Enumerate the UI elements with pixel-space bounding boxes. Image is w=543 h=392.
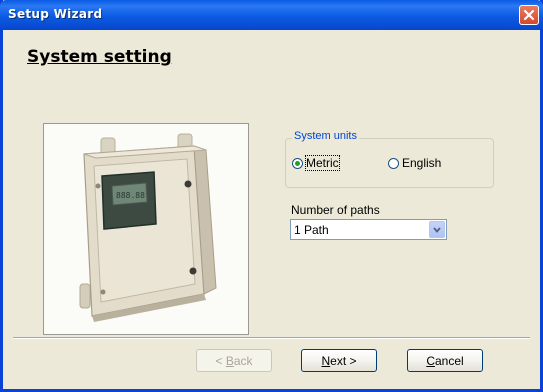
display-readout: 888.88 [116,191,145,200]
back-button-accel: B [225,353,234,368]
next-button-rest: ext > [330,353,357,368]
number-of-paths-value[interactable]: 1 Path [294,223,329,237]
next-button[interactable]: Next > [301,349,377,372]
radio-metric[interactable]: Metric [292,155,340,171]
title-bar[interactable]: Setup Wizard [0,0,543,30]
radio-metric-indicator[interactable] [292,157,303,169]
radio-english-indicator[interactable] [388,157,399,169]
radio-metric-label[interactable]: Metric [305,155,340,171]
dropdown-arrow-button[interactable] [429,221,445,238]
cancel-button[interactable]: Cancel [407,349,483,372]
wizard-content: System setting 888.88 System units Metri… [3,27,540,389]
cancel-button-accel: C [426,353,435,368]
device-image-frame: 888.88 [43,123,249,335]
number-of-paths-select[interactable]: 1 Path [290,219,447,240]
system-units-label: System units [292,130,359,142]
chevron-down-icon [433,226,441,233]
radio-english[interactable]: English [388,156,441,170]
cancel-button-rest: ancel [434,353,464,368]
back-button[interactable]: < Back [196,349,272,372]
next-button-accel: N [321,353,331,368]
setup-wizard-window: Setup Wizard System setting 888.88 Syste… [0,0,543,392]
back-button-rest: ack [233,353,253,368]
window-title: Setup Wizard [8,7,103,21]
close-button[interactable] [519,5,539,25]
close-icon [523,9,535,21]
footer-separator [13,337,530,339]
device-enclosure-image: 888.88 [44,124,248,334]
radio-english-label[interactable]: English [402,156,441,170]
page-title: System setting [27,47,172,67]
number-of-paths-label: Number of paths [291,203,380,217]
back-button-prefix: < [215,353,226,368]
